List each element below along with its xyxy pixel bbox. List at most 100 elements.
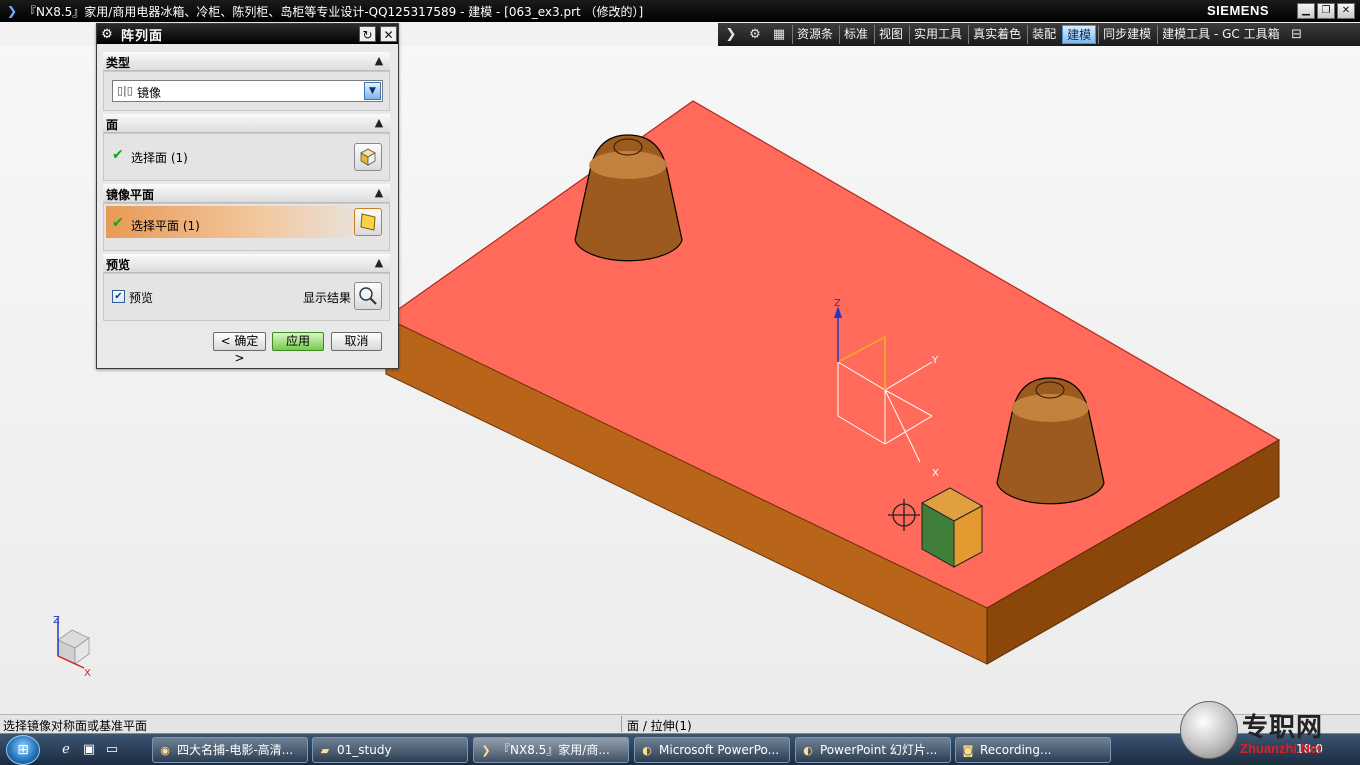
plane-icon xyxy=(360,213,376,231)
tab-assemblies[interactable]: 装配 xyxy=(1027,25,1060,44)
task-label: 四大名捕-电影-高清... xyxy=(177,743,294,757)
nx-logo-icon[interactable]: ❯ xyxy=(720,25,742,44)
preview-checkbox-label: 预览 xyxy=(129,291,154,305)
close-icon[interactable]: ✕ xyxy=(380,26,397,42)
tab-view[interactable]: 视图 xyxy=(874,25,907,44)
gear-icon[interactable]: ⚙ xyxy=(97,27,117,42)
taskbar: ⊞ ℯ ▣ ▭ ◉ 四大名捕-电影-高清... ▰ 01_study ❯ 『NX8.5… xyxy=(0,733,1360,765)
task-video-browser[interactable]: ◉ 四大名捕-电影-高清... xyxy=(152,737,308,763)
task-label: 01_study xyxy=(337,743,392,757)
select-plane-label[interactable]: 选择平面 (1) xyxy=(131,217,200,234)
windows-orb-icon[interactable]: ⊞ xyxy=(6,735,40,765)
tab-gc-toolkit[interactable]: 建模工具 - GC 工具箱 xyxy=(1157,25,1283,44)
reset-icon[interactable]: ↻ xyxy=(359,26,376,42)
ribbon-toolbar: ❯ ⚙ ▦ 资源条 标准 视图 实用工具 真实着色 装配 建模 同步建模 建模工… xyxy=(718,23,1360,46)
watermark: 专职网 Zhuanzhi.Net xyxy=(1180,701,1360,765)
select-face-label[interactable]: 选择面 (1) xyxy=(131,149,188,166)
section-face-header[interactable]: 面 ▲ xyxy=(103,114,390,133)
task-powerpoint-1[interactable]: ◐ Microsoft PowerPo... xyxy=(634,737,790,763)
task-label: 『NX8.5』家用/商... xyxy=(498,743,610,757)
task-recording[interactable]: ◙ Recording... xyxy=(955,737,1111,763)
desktop-icon[interactable]: ▣ xyxy=(79,740,99,760)
close-icon[interactable]: ✕ xyxy=(1337,3,1355,19)
tab-modeling[interactable]: 建模 xyxy=(1062,25,1097,44)
type-select-value: 镜像 xyxy=(137,86,162,100)
check-icon: ✔ xyxy=(112,215,124,231)
menu-icon[interactable]: ⊟ xyxy=(1286,25,1308,44)
nx-logo-icon: ❯ xyxy=(481,744,491,757)
section-face-body: ✔ 选择面 (1) xyxy=(103,133,390,181)
mirror-icon: ▯|▯ xyxy=(117,84,133,97)
pattern-face-dialog: ⚙ 阵列面 ↻ ✕ 类型 ▲ ▯|▯ 镜像 ▼ 面 ▲ ✔ 选择面 (1) 镜像… xyxy=(96,23,399,369)
section-preview-label: 预览 xyxy=(106,258,131,272)
powerpoint-icon: ◐ xyxy=(803,744,813,757)
cancel-button[interactable]: 取消 xyxy=(331,332,382,351)
chevron-up-icon[interactable]: ▲ xyxy=(371,185,387,201)
preview-checkbox[interactable]: ✔ xyxy=(112,290,125,303)
triad-x-label: X xyxy=(84,668,91,679)
task-folder-01-study[interactable]: ▰ 01_study xyxy=(312,737,468,763)
task-label: Recording... xyxy=(980,743,1052,757)
grid-icon[interactable]: ▦ xyxy=(768,25,790,44)
section-preview-header[interactable]: 预览 ▲ xyxy=(103,254,390,273)
tab-utilities[interactable]: 实用工具 xyxy=(909,25,966,44)
check-icon: ✔ xyxy=(112,147,124,163)
task-label: Microsoft PowerPo... xyxy=(659,743,780,757)
chevron-up-icon[interactable]: ▲ xyxy=(371,53,387,69)
status-selection: 面 / 拉伸(1) xyxy=(627,719,692,733)
section-mirror-plane-body: ✔ 选择平面 (1) xyxy=(103,203,390,251)
tab-true-shading[interactable]: 真实着色 xyxy=(968,25,1025,44)
chevron-up-icon[interactable]: ▲ xyxy=(371,115,387,131)
monitor-icon[interactable]: ▭ xyxy=(102,740,122,760)
watermark-text: 专职网 xyxy=(1242,713,1324,743)
recording-icon: ◙ xyxy=(962,744,974,757)
view-triad[interactable]: Z X xyxy=(53,615,91,679)
select-plane-button[interactable] xyxy=(354,208,382,236)
minimize-icon[interactable]: ▁ xyxy=(1297,3,1315,19)
section-mirror-plane-header[interactable]: 镜像平面 ▲ xyxy=(103,184,390,203)
folder-icon: ▰ xyxy=(320,744,330,757)
type-select[interactable]: ▯|▯ 镜像 ▼ xyxy=(112,80,383,102)
section-preview-body: ✔ 预览 显示结果 xyxy=(103,273,390,321)
chevron-up-icon[interactable]: ▲ xyxy=(371,255,387,271)
window-title: 『NX8.5』家用/商用电器冰箱、冷柜、陈列柜、岛柜等专业设计-QQ125317… xyxy=(24,4,644,19)
window-title-bar: ❯ 『NX8.5』家用/商用电器冰箱、冷柜、陈列柜、岛柜等专业设计-QQ1253… xyxy=(0,0,1360,22)
ok-button[interactable]: < 确定 > xyxy=(213,332,266,365)
task-nx[interactable]: ❯ 『NX8.5』家用/商... xyxy=(473,737,629,763)
csys-z-label: Z xyxy=(834,298,841,309)
select-face-button[interactable] xyxy=(354,143,382,171)
tab-resource-bar[interactable]: 资源条 xyxy=(792,25,837,44)
section-type-body: ▯|▯ 镜像 ▼ xyxy=(103,71,390,111)
restore-icon[interactable]: ❐ xyxy=(1317,3,1335,19)
watermark-url: Zhuanzhi.Net xyxy=(1240,741,1322,756)
chevron-down-icon[interactable]: ▼ xyxy=(364,82,381,100)
tab-synchronous-modeling[interactable]: 同步建模 xyxy=(1098,25,1155,44)
csys-y-label: Y xyxy=(931,355,939,366)
magnifier-icon xyxy=(359,287,377,305)
nx-logo-icon[interactable]: ❯ xyxy=(2,4,22,18)
face-cube-icon xyxy=(360,148,376,166)
apply-button[interactable]: 应用 xyxy=(272,332,324,351)
status-divider xyxy=(621,716,622,732)
show-result-button[interactable] xyxy=(354,282,382,310)
powerpoint-icon: ◐ xyxy=(642,744,652,757)
section-type-label: 类型 xyxy=(106,56,131,70)
tab-standard[interactable]: 标准 xyxy=(839,25,872,44)
dialog-header[interactable]: ⚙ 阵列面 ↻ ✕ xyxy=(97,24,398,44)
status-prompt: 选择镜像对称面或基准平面 xyxy=(3,719,148,733)
show-result-label: 显示结果 xyxy=(303,291,352,305)
section-type-header[interactable]: 类型 ▲ xyxy=(103,52,390,71)
dialog-title: 阵列面 xyxy=(121,28,164,44)
ie-icon[interactable]: ℯ xyxy=(56,740,76,760)
status-bar: 选择镜像对称面或基准平面 面 / 拉伸(1) xyxy=(0,714,1360,733)
browser-icon: ◉ xyxy=(160,744,170,757)
section-mirror-plane-label: 镜像平面 xyxy=(106,188,155,202)
siemens-brand: SIEMENS xyxy=(1207,3,1270,18)
section-face-label: 面 xyxy=(106,118,119,132)
csys-x-label: X xyxy=(932,468,939,479)
task-label: PowerPoint 幻灯片... xyxy=(820,743,938,757)
gear-icon[interactable]: ⚙ xyxy=(744,25,766,44)
triad-z-label: Z xyxy=(53,615,60,626)
watermark-logo-icon xyxy=(1180,701,1238,759)
task-powerpoint-2[interactable]: ◐ PowerPoint 幻灯片... xyxy=(795,737,951,763)
